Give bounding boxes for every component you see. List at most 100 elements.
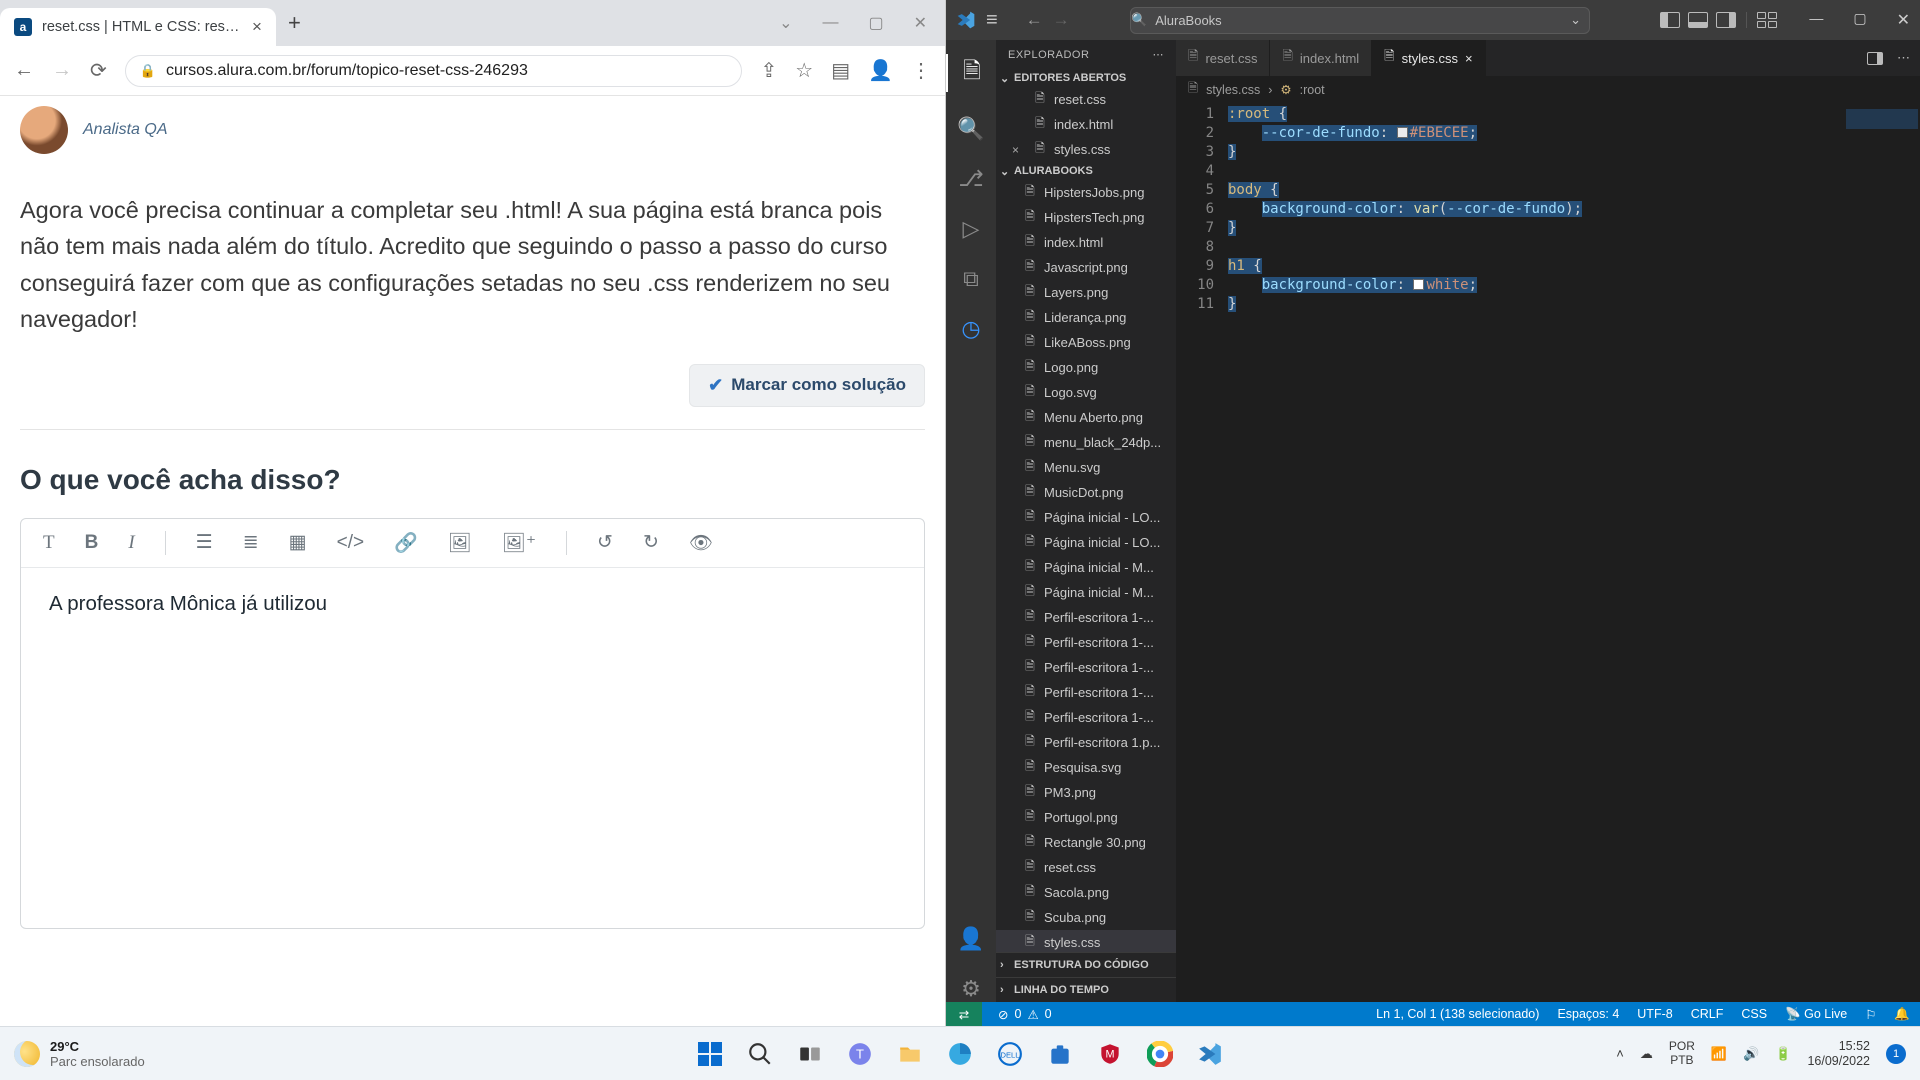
onedrive-icon[interactable]: ☁ [1640, 1046, 1653, 1062]
open-editor-item[interactable]: 🗎reset.css [996, 87, 1176, 112]
battery-icon[interactable]: 🔋 [1775, 1046, 1791, 1062]
maximize-icon[interactable]: ▢ [1853, 10, 1866, 30]
file-tree-item[interactable]: 🗎Scuba.png [996, 905, 1176, 930]
code-editor[interactable]: 1234567891011 :root { --cor-de-fundo: #E… [1176, 103, 1920, 1002]
bookmark-icon[interactable]: ☆ [795, 58, 813, 83]
link-icon[interactable]: 🔗 [394, 531, 418, 555]
teams-icon[interactable]: T [844, 1038, 876, 1070]
forward-icon[interactable]: → [52, 59, 72, 82]
toggle-panel-icon[interactable] [1688, 12, 1708, 28]
bold-icon[interactable]: B [85, 532, 99, 554]
indentation[interactable]: Espaços: 4 [1557, 1007, 1619, 1021]
extensions-icon[interactable]: ⧉ [963, 266, 979, 292]
accounts-icon[interactable]: 👤 [957, 926, 984, 952]
mcafee-icon[interactable]: M [1094, 1038, 1126, 1070]
command-center[interactable]: 🔍 AluraBooks ⌄ [1130, 7, 1590, 34]
hamburger-menu-icon[interactable]: ≡ [986, 9, 998, 32]
reading-list-icon[interactable]: ▤ [831, 58, 850, 83]
italic-icon[interactable]: I [128, 532, 134, 554]
file-tree-item[interactable]: 🗎Página inicial - M... [996, 555, 1176, 580]
file-tree-item[interactable]: 🗎Javascript.png [996, 255, 1176, 280]
nav-back-icon[interactable]: ← [1026, 10, 1043, 30]
more-icon[interactable]: ⋯ [1897, 50, 1910, 66]
file-explorer-icon[interactable] [894, 1038, 926, 1070]
notifications-icon[interactable]: 🔔 [1894, 1007, 1910, 1022]
close-tab-icon[interactable]: × [252, 17, 262, 37]
editor-tab[interactable]: 🗎reset.css [1176, 40, 1270, 76]
file-tree-item[interactable]: 🗎MusicDot.png [996, 480, 1176, 505]
close-icon[interactable]: ✕ [914, 13, 927, 33]
file-tree-item[interactable]: 🗎Logo.png [996, 355, 1176, 380]
ol-icon[interactable]: ≣ [243, 531, 259, 554]
start-button[interactable] [694, 1038, 726, 1070]
live-share-icon[interactable]: ◷ [961, 316, 980, 342]
minimize-icon[interactable]: — [822, 14, 838, 32]
customize-layout-icon[interactable] [1757, 12, 1777, 28]
eol[interactable]: CRLF [1691, 1007, 1724, 1021]
file-tree-item[interactable]: 🗎reset.css [996, 855, 1176, 880]
image-upload-icon[interactable]: 🖼⁺ [502, 531, 536, 555]
file-tree-item[interactable]: 🗎Perfil-escritora 1-... [996, 655, 1176, 680]
code-content[interactable]: :root { --cor-de-fundo: #EBECEE; } body … [1228, 103, 1920, 1002]
language-indicator[interactable]: PORPTB [1669, 1040, 1695, 1066]
close-icon[interactable]: ✕ [1897, 10, 1910, 30]
file-tree-item[interactable]: 🗎Menu Aberto.png [996, 405, 1176, 430]
url-input[interactable]: 🔒 cursos.alura.com.br/forum/topico-reset… [125, 55, 743, 87]
settings-icon[interactable]: ⚙ [961, 976, 981, 1002]
maximize-icon[interactable]: ▢ [868, 13, 883, 33]
editor-tab[interactable]: 🗎styles.css× [1372, 40, 1485, 76]
back-icon[interactable]: ← [14, 59, 34, 82]
chevron-down-icon[interactable]: ⌄ [1570, 12, 1589, 28]
file-tree-item[interactable]: 🗎Layers.png [996, 280, 1176, 305]
file-tree-item[interactable]: 🗎Menu.svg [996, 455, 1176, 480]
language-mode[interactable]: CSS [1741, 1007, 1767, 1021]
folder-section[interactable]: ⌄ALURABOOKS [996, 162, 1176, 180]
reload-icon[interactable]: ⟳ [90, 58, 107, 83]
clock[interactable]: 15:5216/09/2022 [1807, 1039, 1870, 1068]
dell-icon[interactable]: DELL [994, 1038, 1026, 1070]
undo-icon[interactable]: ↺ [597, 531, 613, 554]
encoding[interactable]: UTF-8 [1637, 1007, 1672, 1021]
browser-tab[interactable]: a reset.css | HTML e CSS: responsiv × [0, 8, 276, 46]
chrome-app-icon[interactable] [1144, 1038, 1176, 1070]
toggle-secondary-sidebar-icon[interactable] [1716, 12, 1736, 28]
outline-section[interactable]: ›ESTRUTURA DO CÓDIGO [996, 952, 1176, 977]
warnings-icon[interactable]: ⚠ [1027, 1007, 1038, 1022]
open-editor-item[interactable]: 🗎index.html [996, 112, 1176, 137]
nav-forward-icon[interactable]: → [1053, 10, 1070, 30]
preview-icon[interactable]: 👁 [689, 531, 713, 555]
file-tree-item[interactable]: 🗎Perfil-escritora 1-... [996, 630, 1176, 655]
image-icon[interactable]: 🖼 [448, 531, 472, 555]
new-tab-button[interactable]: + [288, 10, 301, 36]
vscode-app-icon[interactable] [1194, 1038, 1226, 1070]
go-live-button[interactable]: 📡 Go Live [1785, 1007, 1847, 1022]
profile-icon[interactable]: 👤 [868, 58, 893, 83]
file-tree-item[interactable]: 🗎HipstersJobs.png [996, 180, 1176, 205]
file-tree-item[interactable]: 🗎Perfil-escritora 1.p... [996, 730, 1176, 755]
file-tree-item[interactable]: 🗎Perfil-escritora 1-... [996, 705, 1176, 730]
file-tree-item[interactable]: 🗎LikeABoss.png [996, 330, 1176, 355]
editor-tab[interactable]: 🗎index.html [1270, 40, 1372, 76]
toggle-sidebar-icon[interactable] [1660, 12, 1680, 28]
close-tab-icon[interactable]: × [1465, 51, 1473, 66]
task-view-button[interactable] [794, 1038, 826, 1070]
mark-solution-button[interactable]: ✔ Marcar como solução [689, 364, 925, 407]
breadcrumbs[interactable]: 🗎 styles.css › ⚙ :root [1176, 76, 1920, 103]
wifi-icon[interactable]: 📶 [1711, 1046, 1727, 1062]
search-button[interactable] [744, 1038, 776, 1070]
file-tree-item[interactable]: 🗎Portugol.png [996, 805, 1176, 830]
file-tree-item[interactable]: 🗎menu_black_24dp... [996, 430, 1176, 455]
minimize-icon[interactable]: — [1809, 10, 1823, 30]
file-tree-item[interactable]: 🗎Perfil-escritora 1-... [996, 605, 1176, 630]
file-tree-item[interactable]: 🗎Perfil-escritora 1-... [996, 680, 1176, 705]
tray-chevron-icon[interactable]: ˄ [1616, 1046, 1624, 1061]
ms-store-icon[interactable] [1044, 1038, 1076, 1070]
remote-icon[interactable]: ⇄ [946, 1002, 982, 1026]
editor-textarea[interactable]: A professora Mônica já utilizou [21, 568, 924, 928]
file-tree-item[interactable]: 🗎Rectangle 30.png [996, 830, 1176, 855]
chevron-down-icon[interactable]: ⌄ [779, 13, 792, 33]
cursor-position[interactable]: Ln 1, Col 1 (138 selecionado) [1376, 1007, 1539, 1021]
run-debug-icon[interactable]: ▷ [963, 216, 980, 242]
source-control-icon[interactable]: ⎇ [958, 166, 983, 192]
file-tree-item[interactable]: 🗎Página inicial - LO... [996, 505, 1176, 530]
